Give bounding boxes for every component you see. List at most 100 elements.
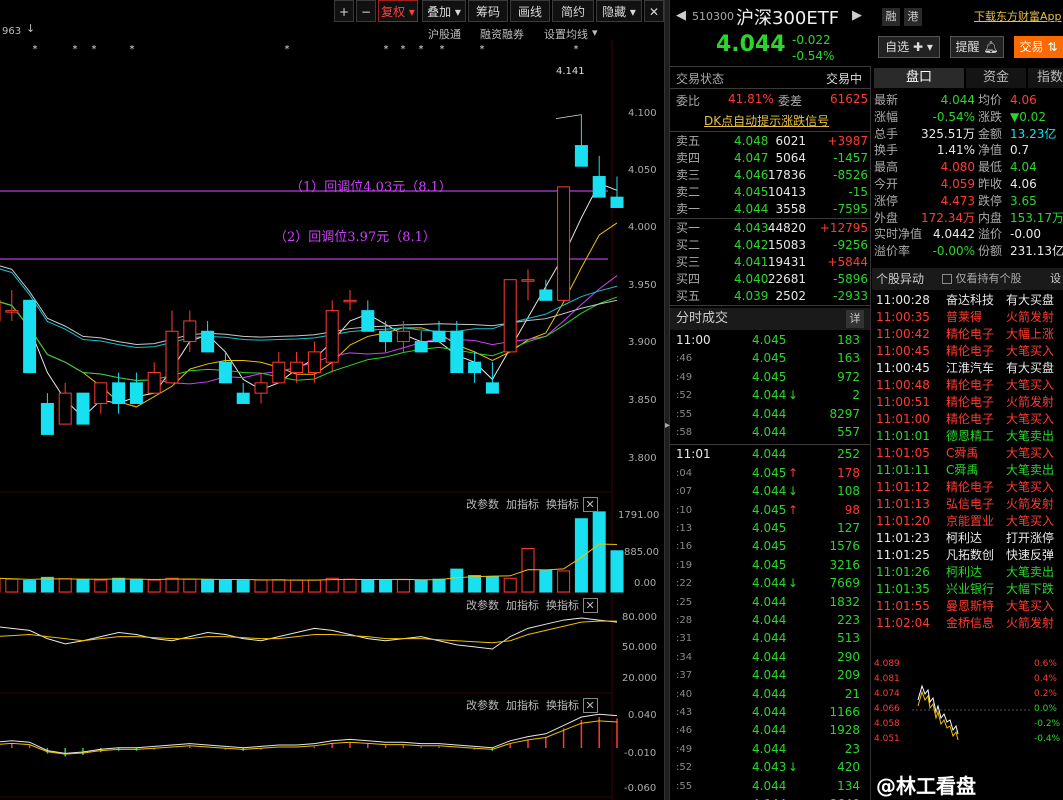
stat-value: 231.13亿 [1010,244,1063,259]
stat-label: 今开 [874,177,899,191]
mover-row[interactable]: 11:01:26 柯利达 大笔卖出 [876,564,1063,581]
mover-row[interactable]: 11:01:25 凡拓数创 快速反弹 [876,547,1063,564]
mover-row[interactable]: 11:01:12 精伦电子 大笔买入 [876,479,1063,496]
tab-zhishu[interactable]: 指数 [1028,68,1063,88]
close-panel-icon[interactable]: ✕ [582,698,598,713]
gang-badge[interactable]: 港 [904,8,922,26]
diejia-dropdown[interactable]: 叠加 ▾ [422,0,466,22]
tick-price: 4.044 [752,576,787,591]
order-change: +5844 [827,255,868,269]
indicator-line [0,620,617,644]
mover-stock: C舜禹 [946,463,979,477]
mover-row[interactable]: 11:01:01 德恩精工 大笔卖出 [876,428,1063,445]
chouma-button[interactable]: 筹码 [468,0,508,22]
order-volume: 2502 [775,289,806,303]
tick-price: 4.044 [752,631,787,646]
mover-row[interactable]: 11:00:51 精伦电子 火箭发射 [876,394,1063,411]
close-panel-icon[interactable]: ✕ [582,598,598,613]
jia-zhibiao-button[interactable]: 加指标 [506,498,539,511]
gai-canshu-button[interactable]: 改参数 [466,498,499,511]
close-panel-icon[interactable]: ✕ [582,497,598,512]
prev-stock-icon[interactable]: ◀ [676,8,686,23]
ind2-tick: 0.040 [628,710,657,721]
huan-zhibiao-button[interactable]: 换指标 [546,599,579,612]
tick-row: :31 4.044 513 [670,630,870,648]
tick-price: 4.044 [752,705,787,719]
close-icon[interactable]: ✕ [644,0,664,22]
volume-bar [40,576,54,593]
mover-stock: 普莱得 [946,310,983,324]
jianyue-button[interactable]: 简约 [552,0,594,22]
mover-row[interactable]: 11:01:20 京能置业 大笔买入 [876,513,1063,530]
mover-row[interactable]: 11:01:23 柯利达 打开涨停 [876,530,1063,547]
mover-row[interactable]: 11:01:11 C舜禹 大笔卖出 [876,462,1063,479]
mover-row[interactable]: 11:00:48 精伦电子 大笔买入 [876,377,1063,394]
mover-row[interactable]: 11:01:13 弘信电子 火箭发射 [876,496,1063,513]
huan-zhibiao-button[interactable]: 换指标 [546,498,579,511]
fuquan-dropdown[interactable]: 复权 ▾ [378,0,418,22]
tick-volume: 209 [837,668,860,683]
order-level: 买四 [676,272,701,286]
add-watchlist-button[interactable]: 自选 ✚ ▾ [878,36,940,58]
mover-row[interactable]: 11:01:35 兴业银行 大幅下跌 [876,581,1063,598]
mover-row[interactable]: 11:00:35 普莱得 火箭发射 [876,309,1063,326]
candle-body [414,341,428,353]
mover-row[interactable]: 11:01:55 曼恩斯特 大笔买入 [876,598,1063,615]
mover-row[interactable]: 11:01:00 精伦电子 大笔买入 [876,411,1063,428]
tick-row: :46 4.045 163 [670,350,870,368]
sell-order-row[interactable]: 卖二 4.045 10413 -15 [670,184,870,201]
stat-value: 4.080 [940,160,975,175]
huan-zhibiao-button[interactable]: 换指标 [546,699,579,712]
mover-time: 11:00:45 [876,344,930,358]
yincang-dropdown[interactable]: 隐藏 ▾ [596,0,642,22]
mover-row[interactable]: 11:00:45 精伦电子 大笔买入 [876,343,1063,360]
zoom-in-button[interactable]: + [334,0,354,22]
sell-order-row[interactable]: 卖三 4.046 17836 -8526 [670,167,870,184]
tick-time: :25 [676,596,693,608]
sell-order-row[interactable]: 卖一 4.044 3558 -7595 [670,201,870,218]
download-app-link[interactable]: 下载东方财富App [974,8,1062,24]
gai-canshu-button[interactable]: 改参数 [466,599,499,612]
volume-bar [450,568,464,593]
buy-order-row[interactable]: 买三 4.041 19431 +5844 [670,254,870,271]
tick-time: :37 [676,670,693,682]
buy-order-row[interactable]: 买四 4.040 22681 -5896 [670,271,870,288]
candle-body [236,392,250,404]
tab-zijin[interactable]: 资金 [966,68,1026,88]
mover-row[interactable]: 11:01:05 C舜禹 大笔买入 [876,445,1063,462]
mover-row[interactable]: 11:00:42 精伦电子 大幅上涨 [876,326,1063,343]
kline-chart-pane[interactable]: + − 复权 ▾ 叠加 ▾ 筹码 画线 简约 隐藏 ▾ ✕ 963 ↓ 沪股通 … [0,0,664,800]
rong-badge[interactable]: 融 [882,8,900,26]
alert-button[interactable]: 提醒 🔔︎ [950,36,1004,58]
mover-row[interactable]: 11:02:04 金桥信息 火箭发射 [876,615,1063,632]
next-stock-icon[interactable]: ▶ [852,8,862,23]
sell-order-row[interactable]: 卖四 4.047 5064 -1457 [670,150,870,167]
price-tick: 3.950 [628,280,657,291]
tick-row: :46 4.044 1928 [670,722,870,740]
ticks-detail-button[interactable]: 详 [846,310,864,328]
dk-signal-link[interactable]: DK点自动提示涨跌信号 [704,112,829,129]
sell-order-row[interactable]: 卖五 4.048 6021 +3987 [670,133,870,150]
mover-row[interactable]: 11:00:28 奋达科技 有大买盘 [876,292,1063,309]
huaxian-button[interactable]: 画线 [510,0,550,22]
gai-canshu-button[interactable]: 改参数 [466,699,499,712]
tick-row: :28 4.044 223 [670,612,870,630]
candle-body [76,392,90,425]
trade-label: 交易 [1019,40,1044,54]
mover-time: 11:00:35 [876,310,930,324]
trade-button[interactable]: 交易 ⇅ [1014,36,1063,58]
diejia-label: 叠加 [427,5,452,19]
candle-body [379,330,393,343]
buy-order-row[interactable]: 买二 4.042 15083 -9256 [670,237,870,254]
buy-order-row[interactable]: 买五 4.039 2502 -2933 [670,288,870,305]
down-arrow-icon: ↓ [26,22,36,35]
jia-zhibiao-button[interactable]: 加指标 [506,599,539,612]
mover-row[interactable]: 11:00:45 江淮汽车 有大买盘 [876,360,1063,377]
jia-zhibiao-button[interactable]: 加指标 [506,699,539,712]
only-held-checkbox[interactable] [942,274,952,284]
zoom-out-button[interactable]: − [356,0,376,22]
tab-pankou[interactable]: 盘口 [874,68,964,88]
buy-order-row[interactable]: 买一 4.043 44820 +12795 [670,220,870,237]
candle-body [432,330,446,343]
movers-settings-button[interactable]: 设 [1050,268,1061,290]
